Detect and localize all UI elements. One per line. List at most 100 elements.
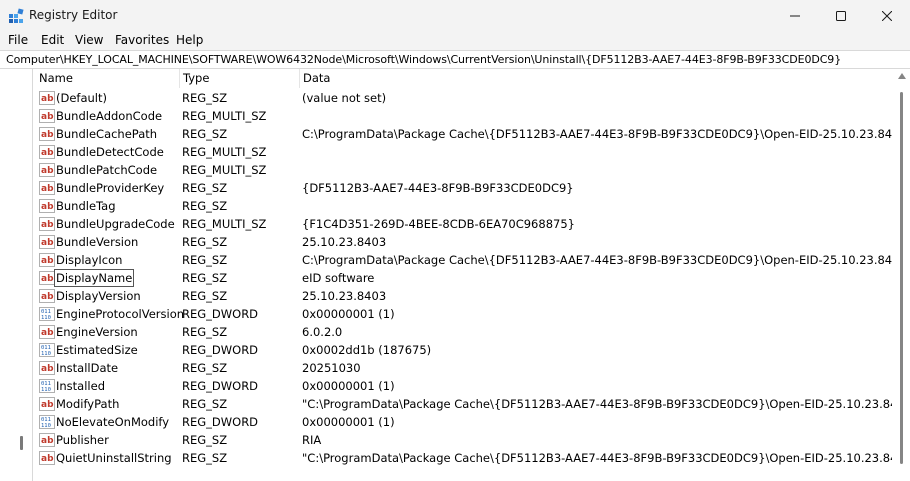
scrollbar-thumb[interactable] bbox=[900, 92, 903, 464]
cell-data: C:\ProgramData\Package Cache\{DF5112B3-A… bbox=[302, 253, 892, 267]
column-header-type[interactable]: Type bbox=[180, 69, 300, 88]
table-row[interactable]: ab BundleUpgradeCode REG_MULTI_SZ {F1C4D351… bbox=[36, 215, 892, 233]
cell-data: RIA bbox=[302, 433, 322, 447]
table-row[interactable]: 011 110 Installed REG_DWORD 0x00000001 (1) bbox=[36, 377, 892, 395]
menu-edit[interactable]: Edit bbox=[41, 33, 64, 47]
ab-string-icon: ab bbox=[39, 271, 55, 285]
svg-text:110: 110 bbox=[41, 387, 51, 393]
table-row[interactable]: ab (Default) REG_SZ (value not set) bbox=[36, 89, 892, 107]
menu-help[interactable]: Help bbox=[176, 33, 203, 47]
cell-data: eID software bbox=[302, 271, 375, 285]
table-row[interactable]: ab BundleAddonCode REG_MULTI_SZ bbox=[36, 107, 892, 125]
table-row[interactable]: ab BundleCachePath REG_SZ C:\ProgramData\Pa… bbox=[36, 125, 892, 143]
cell-type: REG_MULTI_SZ bbox=[182, 145, 267, 159]
svg-text:ab: ab bbox=[41, 166, 54, 176]
table-row[interactable]: 011 110 NoElevateOnModify REG_DWORD 0x000000… bbox=[36, 413, 892, 431]
ab-string-icon: ab bbox=[39, 181, 55, 195]
menu-favorites[interactable]: Favorites bbox=[115, 33, 169, 47]
menu-view[interactable]: View bbox=[75, 33, 103, 47]
cell-name: Publisher bbox=[56, 433, 109, 447]
cell-name: ModifyPath bbox=[56, 397, 120, 411]
minimize-button[interactable] bbox=[772, 0, 818, 31]
binary-value-icon: 011110 bbox=[39, 307, 55, 321]
cell-data: 20251030 bbox=[302, 361, 361, 375]
table-row[interactable]: ab BundleVersion REG_SZ 25.10.23.8403 bbox=[36, 233, 892, 251]
table-row[interactable]: ab DisplayVersion REG_SZ 25.10.23.8403 bbox=[36, 287, 892, 305]
cell-type: REG_SZ bbox=[182, 271, 228, 285]
svg-text:ab: ab bbox=[41, 454, 54, 464]
maximize-button[interactable] bbox=[818, 0, 864, 31]
title-bar[interactable]: Registry Editor bbox=[0, 0, 910, 31]
ab-string-icon: ab bbox=[39, 253, 55, 267]
cell-type: REG_SZ bbox=[182, 397, 228, 411]
svg-text:ab: ab bbox=[41, 256, 54, 266]
key-tree-pane[interactable] bbox=[0, 69, 33, 481]
ab-string-icon: ab bbox=[39, 235, 55, 249]
cell-name: BundleVersion bbox=[56, 235, 139, 249]
cell-name: BundleDetectCode bbox=[56, 145, 164, 159]
ab-string-icon: ab bbox=[39, 199, 55, 213]
table-row[interactable]: ab QuietUninstallString REG_SZ "C:\ProgramD… bbox=[36, 449, 892, 467]
scroll-up-arrow-icon[interactable] bbox=[898, 73, 906, 79]
list-header: Name Type Data bbox=[36, 69, 892, 88]
table-row[interactable]: ab DisplayName REG_SZ eID software bbox=[36, 269, 892, 287]
column-header-name[interactable]: Name bbox=[36, 69, 180, 88]
cell-type: REG_SZ bbox=[182, 451, 228, 465]
ab-string-icon: ab bbox=[39, 325, 55, 339]
table-row[interactable]: 011 110 EstimatedSize REG_DWORD 0x0002dd1b (… bbox=[36, 341, 892, 359]
table-row[interactable]: ab Publisher REG_SZ RIA bbox=[36, 431, 892, 449]
cell-name: (Default) bbox=[56, 91, 107, 105]
table-row[interactable]: 011 110 EngineProtocolVersion REG_DWORD 0x00… bbox=[36, 305, 892, 323]
table-row[interactable]: ab BundleProviderKey REG_SZ {DF5112B3-AAE7-… bbox=[36, 179, 892, 197]
cell-type: REG_SZ bbox=[182, 433, 228, 447]
cell-name: DisplayIcon bbox=[56, 253, 123, 267]
cell-type: REG_SZ bbox=[182, 325, 228, 339]
table-row[interactable]: ab BundleTag REG_SZ bbox=[36, 197, 892, 215]
column-header-data[interactable]: Data bbox=[300, 69, 892, 88]
maximize-icon bbox=[836, 10, 846, 21]
svg-text:ab: ab bbox=[41, 436, 54, 446]
svg-text:ab: ab bbox=[41, 274, 54, 284]
cell-data: {F1C4D351-269D-4BEE-8CDB-6EA70C968875} bbox=[302, 217, 575, 231]
cell-type: REG_SZ bbox=[182, 235, 228, 249]
window-title: Registry Editor bbox=[29, 8, 118, 22]
svg-text:ab: ab bbox=[41, 220, 54, 230]
vertical-scrollbar[interactable] bbox=[894, 69, 910, 481]
svg-text:ab: ab bbox=[41, 94, 54, 104]
table-row[interactable]: ab ModifyPath REG_SZ "C:\ProgramData\Packag… bbox=[36, 395, 892, 413]
cell-type: REG_SZ bbox=[182, 289, 228, 303]
ab-string-icon: ab bbox=[39, 433, 55, 447]
registry-editor-icon bbox=[9, 8, 24, 23]
ab-string-icon: ab bbox=[39, 127, 55, 141]
menu-file[interactable]: File bbox=[8, 33, 28, 47]
values-list[interactable]: Name Type Data ab (Default) REG_SZ (value n… bbox=[36, 69, 892, 481]
cell-name: DisplayVersion bbox=[56, 289, 141, 303]
cell-name: NoElevateOnModify bbox=[56, 415, 170, 429]
address-bar[interactable]: Computer\HKEY_LOCAL_MACHINE\SOFTWARE\WOW… bbox=[0, 50, 910, 69]
svg-text:ab: ab bbox=[41, 148, 54, 158]
close-button[interactable] bbox=[864, 0, 910, 31]
pane-splitter-grip[interactable] bbox=[20, 436, 23, 450]
cell-name: QuietUninstallString bbox=[56, 451, 172, 465]
cell-data: C:\ProgramData\Package Cache\{DF5112B3-A… bbox=[302, 127, 892, 141]
svg-text:ab: ab bbox=[41, 202, 54, 212]
cell-data: 0x0002dd1b (187675) bbox=[302, 343, 432, 357]
binary-value-icon: 011110 bbox=[39, 379, 55, 393]
cell-type: REG_MULTI_SZ bbox=[182, 109, 267, 123]
cell-name: EstimatedSize bbox=[56, 343, 138, 357]
cell-data: "C:\ProgramData\Package Cache\{DF5112B3-… bbox=[302, 451, 892, 465]
table-row[interactable]: ab BundlePatchCode REG_MULTI_SZ bbox=[36, 161, 892, 179]
table-row[interactable]: ab EngineVersion REG_SZ 6.0.2.0 bbox=[36, 323, 892, 341]
svg-text:ab: ab bbox=[41, 184, 54, 194]
svg-text:ab: ab bbox=[41, 400, 54, 410]
svg-text:ab: ab bbox=[41, 112, 54, 122]
cell-data: {DF5112B3-AAE7-44E3-8F9B-B9F33CDE0DC9} bbox=[302, 181, 574, 195]
svg-text:ab: ab bbox=[41, 328, 54, 338]
table-row[interactable]: ab InstallDate REG_SZ 20251030 bbox=[36, 359, 892, 377]
minimize-icon bbox=[790, 15, 800, 16]
cell-type: REG_DWORD bbox=[182, 307, 259, 321]
ab-string-icon: ab bbox=[39, 289, 55, 303]
ab-string-icon: ab bbox=[39, 451, 55, 465]
table-row[interactable]: ab BundleDetectCode REG_MULTI_SZ bbox=[36, 143, 892, 161]
table-row[interactable]: ab DisplayIcon REG_SZ C:\ProgramData\Packag… bbox=[36, 251, 892, 269]
